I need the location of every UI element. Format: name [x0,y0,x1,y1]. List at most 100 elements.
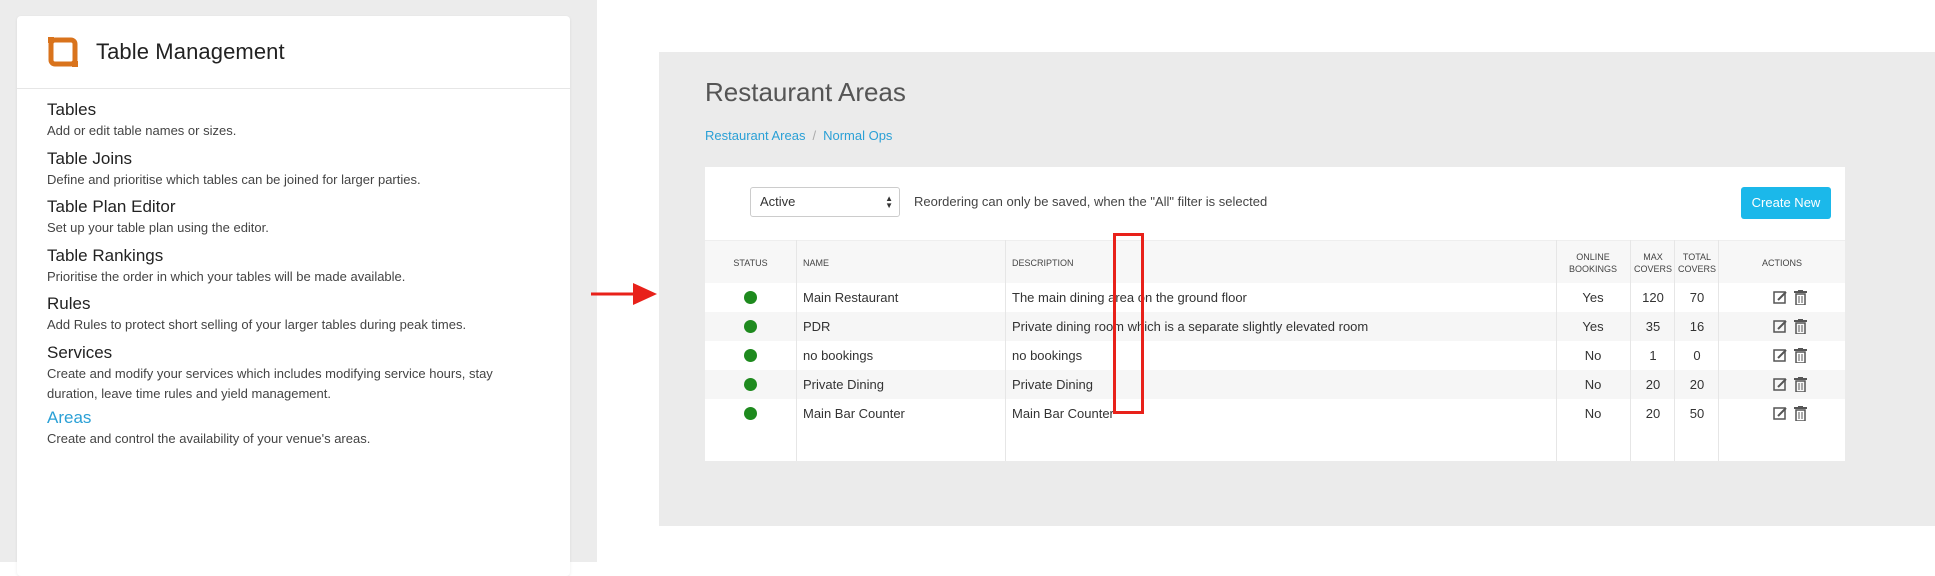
column-divider [1718,240,1719,461]
status-cell [705,370,796,399]
trash-icon[interactable] [1794,290,1807,310]
reorder-note: Reordering can only be saved, when the "… [914,194,1268,209]
area-name-cell: Main Restaurant [803,290,899,305]
create-new-button[interactable]: Create New [1741,187,1831,219]
sidebar-item-label[interactable]: Table Joins [47,149,547,169]
column-header-total-line2: COVERS [1677,263,1716,274]
column-header-total-line1: TOTAL [1682,251,1712,262]
area-name-cell: PDR [803,319,831,334]
column-divider [796,240,797,461]
sidebar-item-description: Add or edit table names or sizes. [47,123,237,138]
total-covers-cell: 0 [1693,348,1701,363]
column-header-online-line2: BOOKINGS [1568,263,1617,274]
online-bookings-cell: Yes [1582,290,1604,305]
sidebar-item-rules[interactable]: Rules Add Rules to protect short selling… [47,294,547,335]
column-divider [1674,240,1675,461]
total-covers-cell: 20 [1689,377,1705,392]
table-toolbar: Active ▲ ▼ Reordering can only be saved, … [705,167,1845,240]
max-covers-cell: 20 [1645,377,1661,392]
sidebar-item-description: Set up your table plan using the editor. [47,220,269,235]
total-covers-cell: 16 [1689,319,1705,334]
logo-icon [47,36,79,68]
status-cell [705,312,796,341]
status-cell [705,283,796,312]
area-description-cell: Private dining room which is a separate … [1012,319,1369,334]
status-filter-value: Active [760,194,796,209]
status-cell [705,399,796,428]
max-covers-cell: 120 [1642,290,1664,305]
column-header-status: STATUS [733,257,768,268]
total-covers-cell: 70 [1689,290,1705,305]
max-covers-cell: 20 [1645,406,1661,421]
column-header-max-line2: COVERS [1633,263,1672,274]
area-description-cell: Main Bar Counter [1012,406,1114,421]
column-divider [1005,240,1006,461]
area-description-cell: no bookings [1012,348,1083,363]
total-covers-cell: 50 [1689,406,1705,421]
sidebar-item-label[interactable]: Rules [47,294,547,314]
max-covers-cell: 35 [1645,319,1661,334]
column-header-online-bookings: ONLINE BOOKINGS [1556,241,1630,284]
column-divider [1630,240,1631,461]
area-description-cell: The main dining area on the ground floor [1012,290,1247,305]
area-description-cell: Private Dining [1012,377,1093,392]
select-arrows-icon: ▲ ▼ [885,194,893,210]
breadcrumb: Restaurant Areas / Normal Ops [705,128,892,143]
status-filter-select[interactable]: Active ▲ ▼ [750,187,900,217]
area-name-cell: no bookings [803,348,874,363]
column-header-max-covers: MAX COVERS [1631,241,1675,284]
online-bookings-cell: No [1584,348,1602,363]
table-management-menu: Table Management Tables Add or edit tabl… [17,16,570,576]
edit-icon[interactable] [1773,348,1788,368]
sidebar-item-areas[interactable]: Areas Create and control the availabilit… [47,408,547,449]
breadcrumb-separator: / [812,128,817,143]
online-bookings-cell: No [1584,377,1602,392]
trash-icon[interactable] [1794,406,1807,426]
sidebar-item-label[interactable]: Tables [47,100,547,120]
status-active-icon [744,407,757,420]
sidebar-item-label[interactable]: Services [47,343,517,363]
column-header-online-line1: ONLINE [1576,251,1610,262]
breadcrumb-link-normal-ops[interactable]: Normal Ops [823,128,892,143]
sidebar-item-table-rankings[interactable]: Table Rankings Prioritise the order in w… [47,246,547,287]
column-divider [1556,240,1557,461]
column-header-description: DESCRIPTION [1012,257,1074,268]
sidebar-item-table-joins[interactable]: Table Joins Define and prioritise which … [47,149,547,190]
menu-title: Table Management [96,39,285,64]
sidebar-item-description: Create and modify your services which in… [47,366,493,401]
page-title: Restaurant Areas [705,77,906,107]
breadcrumb-link-restaurant-areas[interactable]: Restaurant Areas [705,128,805,143]
status-active-icon [744,320,757,333]
status-active-icon [744,349,757,362]
trash-icon[interactable] [1794,377,1807,397]
sidebar-item-tables[interactable]: Tables Add or edit table names or sizes. [47,100,547,141]
actions-highlight-box [1113,233,1144,414]
max-covers-cell: 1 [1649,348,1657,363]
sidebar-item-label[interactable]: Table Plan Editor [47,197,547,217]
sidebar-item-table-plan-editor[interactable]: Table Plan Editor Set up your table plan… [47,197,547,238]
sidebar-item-services[interactable]: Services Create and modify your services… [47,343,517,404]
edit-icon[interactable] [1773,406,1788,426]
online-bookings-cell: Yes [1582,319,1604,334]
status-active-icon [744,291,757,304]
sidebar-item-label[interactable]: Table Rankings [47,246,547,266]
edit-icon[interactable] [1773,290,1788,310]
status-active-icon [744,378,757,391]
pointer-arrow-icon [591,283,657,305]
column-header-max-line1: MAX [1643,251,1663,262]
status-cell [705,341,796,370]
menu-header: Table Management [17,16,570,89]
column-header-actions: ACTIONS [1761,257,1802,268]
sidebar-item-description: Prioritise the order in which your table… [47,269,406,284]
restaurant-areas-panel: Restaurant Areas Restaurant Areas / Normal… [659,52,1935,526]
column-header-name: NAME [803,257,830,268]
sidebar-item-description: Define and prioritise which tables can b… [47,172,421,187]
column-header-total-covers: TOTAL COVERS [1675,241,1719,284]
edit-icon[interactable] [1773,319,1788,339]
areas-table-card: Active ▲ ▼ Reordering can only be saved, … [705,167,1845,461]
edit-icon[interactable] [1773,377,1788,397]
trash-icon[interactable] [1794,348,1807,368]
sidebar-item-label[interactable]: Areas [47,408,547,428]
trash-icon[interactable] [1794,319,1807,339]
area-name-cell: Main Bar Counter [803,406,905,421]
